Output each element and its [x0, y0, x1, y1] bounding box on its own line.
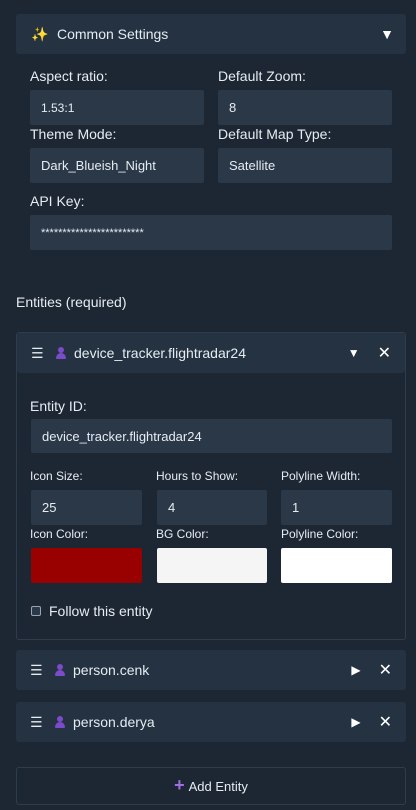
icon-color-swatch[interactable]: [31, 548, 142, 583]
polyline-width-input[interactable]: [281, 490, 392, 525]
common-settings-header[interactable]: ✨ Common Settings ▼: [16, 14, 406, 54]
aspect-ratio-label: Aspect ratio:: [30, 68, 108, 84]
entity-id-label: Entity ID:: [30, 398, 87, 414]
drag-handle-icon[interactable]: ☰: [30, 714, 44, 731]
polyline-color-swatch[interactable]: [281, 548, 392, 583]
entities-section-title: Entities (required): [16, 294, 127, 310]
entity-card-collapsed[interactable]: ☰ person.derya ▶ ✕: [16, 702, 406, 742]
entity-header[interactable]: ☰ device_tracker.flightradar24 ▼ ✕: [17, 333, 405, 373]
close-icon[interactable]: ✕: [379, 660, 392, 680]
polyline-color-label: Polyline Color:: [281, 527, 359, 541]
close-icon[interactable]: ✕: [378, 343, 391, 363]
entity-name: person.derya: [73, 714, 155, 730]
add-entity-label: Add Entity: [188, 778, 248, 794]
add-entity-button[interactable]: + Add Entity: [16, 767, 406, 805]
sparkle-icon: ✨: [31, 25, 49, 42]
chevron-down-icon[interactable]: ▼: [380, 26, 394, 42]
icon-color-label: Icon Color:: [30, 527, 89, 541]
polyline-width-label: Polyline Width:: [281, 469, 361, 483]
hours-to-show-label: Hours to Show:: [156, 469, 239, 483]
close-icon[interactable]: ✕: [379, 712, 392, 732]
api-key-input[interactable]: [30, 215, 392, 250]
entity-card-expanded: ☰ device_tracker.flightradar24 ▼ ✕: [16, 332, 406, 640]
follow-entity-checkbox[interactable]: [31, 606, 41, 616]
expand-icon[interactable]: ▶: [351, 663, 360, 677]
person-icon: [55, 346, 67, 360]
bg-color-swatch[interactable]: [157, 548, 267, 583]
icon-size-label: Icon Size:: [30, 469, 83, 483]
theme-mode-input[interactable]: [30, 148, 204, 183]
plus-icon: +: [174, 774, 185, 795]
person-icon: [54, 715, 66, 729]
drag-handle-icon[interactable]: ☰: [31, 345, 45, 362]
follow-entity-label: Follow this entity: [49, 603, 153, 619]
entity-name: device_tracker.flightradar24: [74, 345, 246, 361]
entity-card-collapsed[interactable]: ☰ person.cenk ▶ ✕: [16, 650, 406, 690]
person-icon: [54, 663, 66, 677]
entity-id-input[interactable]: [31, 419, 392, 453]
default-zoom-label: Default Zoom:: [218, 68, 306, 84]
drag-handle-icon[interactable]: ☰: [30, 662, 44, 679]
default-zoom-input[interactable]: [218, 90, 392, 125]
map-type-input[interactable]: [218, 148, 392, 183]
bg-color-label: BG Color:: [156, 527, 209, 541]
icon-size-input[interactable]: [31, 490, 142, 525]
expand-icon[interactable]: ▶: [351, 715, 360, 729]
aspect-ratio-input[interactable]: [30, 90, 204, 125]
common-settings-title: Common Settings: [57, 26, 169, 42]
api-key-label: API Key:: [30, 193, 85, 209]
hours-to-show-input[interactable]: [157, 490, 267, 525]
collapse-icon[interactable]: ▼: [348, 346, 360, 360]
map-type-label: Default Map Type:: [218, 126, 332, 142]
theme-mode-label: Theme Mode:: [30, 126, 117, 142]
entity-name: person.cenk: [73, 662, 150, 678]
